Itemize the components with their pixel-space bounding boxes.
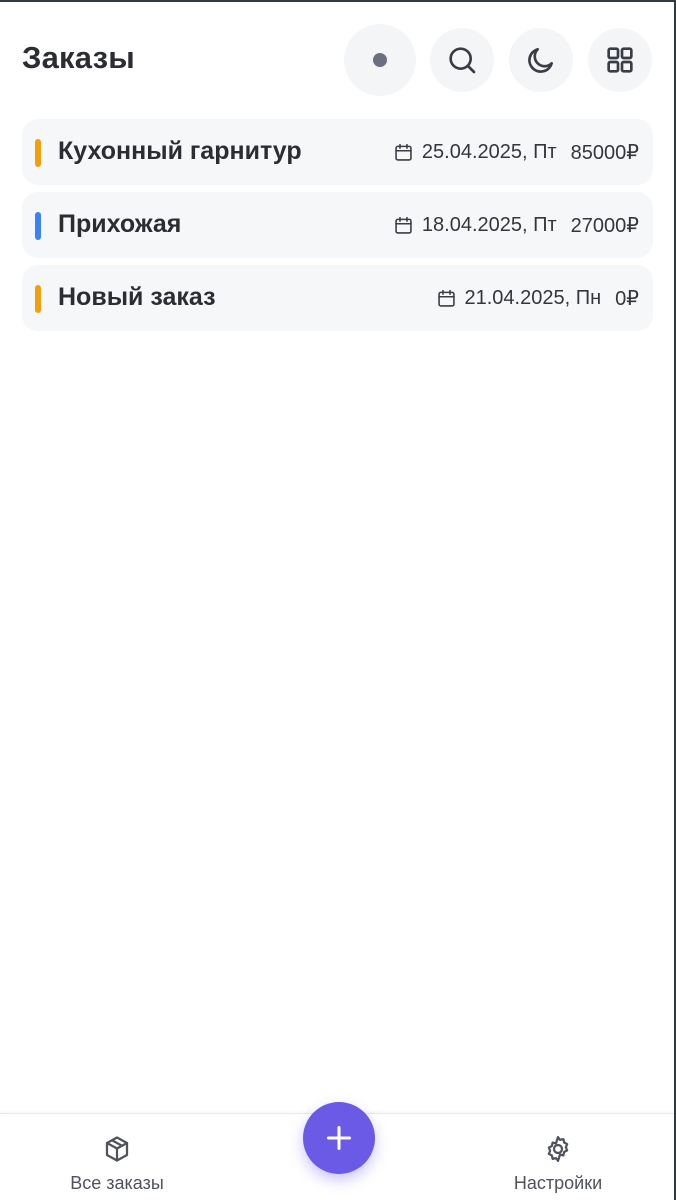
nav-all-orders-label: Все заказы <box>70 1173 164 1193</box>
search-button[interactable] <box>430 28 494 92</box>
order-status-marker <box>35 212 41 240</box>
add-order-button[interactable] <box>303 1102 375 1174</box>
order-amount: 27000₽ <box>570 215 639 237</box>
order-date: 21.04.2025, Пн <box>464 287 602 309</box>
theme-toggle-button[interactable] <box>509 28 573 92</box>
order-name: Прихожая <box>58 210 182 238</box>
calendar-icon <box>395 143 412 161</box>
order-name: Новый заказ <box>58 283 216 311</box>
order-card[interactable]: Прихожая 18.04.2025, Пт 27000₽ <box>22 192 653 258</box>
order-meta: 18.04.2025, Пт 27000₽ <box>393 213 639 238</box>
header: Заказы <box>0 2 674 120</box>
order-status-marker <box>35 139 41 167</box>
order-name: Кухонный гарнитур <box>58 137 302 165</box>
order-amount: 0₽ <box>615 288 639 310</box>
grid-icon <box>607 47 633 73</box>
order-card[interactable]: Кухонный гарнитур 25.04.2025, Пт 85000₽ <box>22 119 653 185</box>
nav-settings[interactable]: Настройки <box>488 1134 628 1194</box>
moon-icon <box>528 48 553 73</box>
order-date: 18.04.2025, Пт <box>421 214 557 236</box>
nav-all-orders[interactable]: Все заказы <box>47 1134 187 1194</box>
order-meta: 21.04.2025, Пн 0₽ <box>436 286 639 311</box>
status-filter-button[interactable] <box>344 24 416 96</box>
package-icon <box>105 1136 129 1162</box>
nav-settings-label: Настройки <box>513 1173 603 1193</box>
order-date: 25.04.2025, Пт <box>421 141 557 163</box>
search-icon <box>449 47 476 74</box>
layout-toggle-button[interactable] <box>588 28 652 92</box>
calendar-icon <box>395 216 412 234</box>
order-amount: 85000₽ <box>570 142 639 164</box>
orders-list: Кухонный гарнитур 25.04.2025, Пт 85000₽ … <box>22 119 653 338</box>
status-dot-icon <box>373 53 387 67</box>
gear-icon <box>547 1136 569 1162</box>
order-status-marker <box>35 285 41 313</box>
order-meta: 25.04.2025, Пт 85000₽ <box>393 140 639 165</box>
order-card[interactable]: Новый заказ 21.04.2025, Пн 0₽ <box>22 265 653 331</box>
app-screen: Заказы Кухонный гарнитур 25.04.2025, Пт … <box>0 0 676 1200</box>
calendar-icon <box>437 289 455 307</box>
page-title: Заказы <box>22 40 135 75</box>
plus-icon <box>326 1125 352 1151</box>
